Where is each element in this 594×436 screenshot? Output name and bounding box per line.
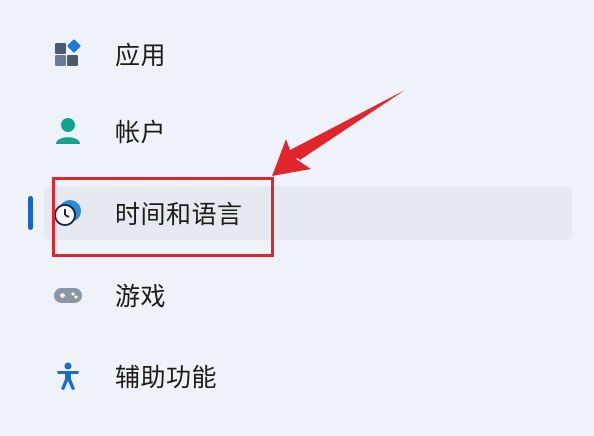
nav-item-accessibility[interactable]: 辅助功能 [44, 349, 572, 403]
accessibility-icon [52, 360, 84, 392]
gamepad-icon [52, 279, 84, 311]
nav-item-gaming[interactable]: 游戏 [44, 268, 572, 322]
nav-item-label: 应用 [115, 41, 167, 70]
apps-icon [52, 38, 84, 70]
nav-item-label: 辅助功能 [115, 363, 218, 392]
selection-indicator [28, 196, 33, 230]
annotation-highlight-box [52, 177, 274, 257]
nav-item-accounts[interactable]: 帐户 [44, 104, 572, 158]
nav-item-label: 游戏 [115, 282, 167, 311]
account-icon [52, 115, 84, 147]
nav-item-apps[interactable]: 应用 [44, 27, 572, 81]
nav-item-label: 帐户 [115, 118, 167, 147]
